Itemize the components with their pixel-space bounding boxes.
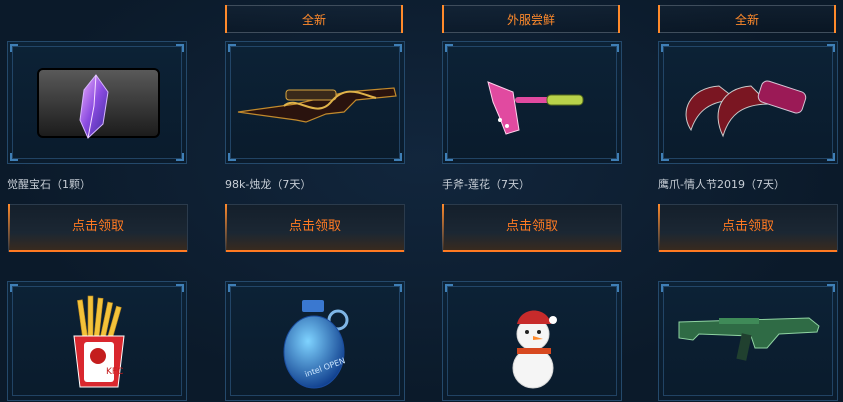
item-card-grenade: intel OPEN bbox=[225, 281, 405, 401]
item-name: 98k-烛龙（7天） bbox=[225, 178, 312, 191]
snowman-icon bbox=[512, 310, 557, 389]
grenade-icon: intel OPEN bbox=[283, 300, 349, 389]
hand-axe-icon bbox=[487, 81, 584, 135]
claim-button-claw[interactable]: 点击领取 bbox=[658, 204, 838, 252]
awaken-gem-icon bbox=[37, 68, 160, 139]
fries-icon: KFC bbox=[73, 295, 125, 388]
smg-icon bbox=[678, 317, 820, 361]
claim-button-gem[interactable]: 点击领取 bbox=[8, 204, 188, 252]
badge-overseas-preview: 外服尝鲜 bbox=[442, 5, 620, 33]
item-card-fries: KFC bbox=[7, 281, 187, 401]
eagle-claw-knife-icon bbox=[685, 80, 807, 138]
item-name: 手斧-莲花（7天） bbox=[442, 178, 530, 191]
claim-button-axe[interactable]: 点击领取 bbox=[442, 204, 622, 252]
rifle-98k-icon bbox=[237, 87, 397, 123]
item-card-claw bbox=[658, 41, 838, 164]
item-name: 鹰爪-情人节2019（7天） bbox=[658, 178, 785, 191]
claim-button-98k[interactable]: 点击领取 bbox=[225, 204, 405, 252]
item-card-gem bbox=[7, 41, 187, 164]
badge-new: 全新 bbox=[658, 5, 836, 33]
item-card-axe bbox=[442, 41, 622, 164]
badge-new: 全新 bbox=[225, 5, 403, 33]
item-card-98k bbox=[225, 41, 405, 164]
item-name: 觉醒宝石（1颗） bbox=[7, 178, 91, 191]
kfc-label: KFC bbox=[106, 367, 123, 377]
item-card-snowman bbox=[442, 281, 622, 401]
item-card-smg bbox=[658, 281, 838, 401]
